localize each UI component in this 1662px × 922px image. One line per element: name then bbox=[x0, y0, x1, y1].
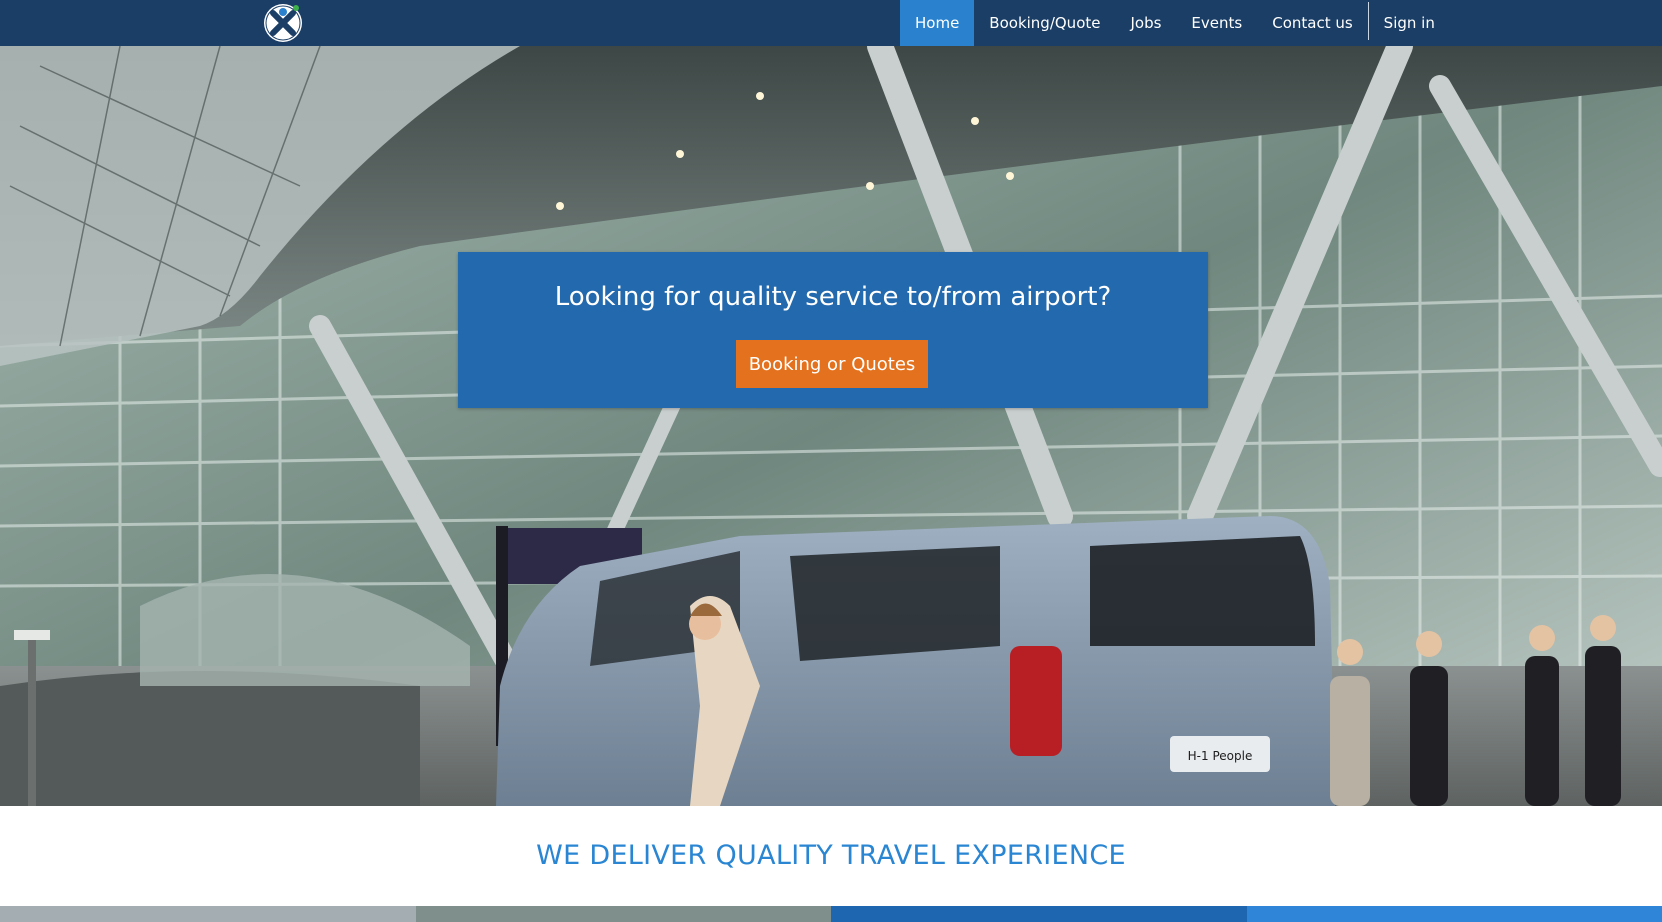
nav-item-jobs[interactable]: Jobs bbox=[1115, 0, 1176, 46]
hero-airport-image: H-1 People bbox=[0, 46, 1662, 806]
nav-item-booking-quote[interactable]: Booking/Quote bbox=[974, 0, 1115, 46]
main-nav: Home Booking/Quote Jobs Events Contact u… bbox=[900, 0, 1450, 46]
nav-item-events[interactable]: Events bbox=[1176, 0, 1257, 46]
feature-stripe-4 bbox=[1246, 906, 1662, 922]
top-navbar: Home Booking/Quote Jobs Events Contact u… bbox=[0, 0, 1662, 46]
nav-item-sign-in[interactable]: Sign in bbox=[1369, 0, 1450, 46]
feature-stripes bbox=[0, 906, 1662, 922]
nav-item-contact-us[interactable]: Contact us bbox=[1257, 0, 1367, 46]
feature-stripe-2 bbox=[415, 906, 831, 922]
brand-logo-icon[interactable] bbox=[262, 2, 304, 44]
booking-or-quotes-button[interactable]: Booking or Quotes bbox=[736, 340, 928, 388]
nav-item-home[interactable]: Home bbox=[900, 0, 975, 46]
cta-heading: Looking for quality service to/from airp… bbox=[554, 282, 1112, 312]
cta-panel: Looking for quality service to/from airp… bbox=[458, 252, 1208, 408]
van-license-plate: H-1 People bbox=[1188, 749, 1253, 763]
section-tagline: WE DELIVER QUALITY TRAVEL EXPERIENCE bbox=[536, 840, 1126, 871]
feature-stripe-1 bbox=[0, 906, 416, 922]
feature-stripe-3 bbox=[831, 906, 1247, 922]
hero-banner: H-1 People Looking for quality service t… bbox=[0, 46, 1662, 806]
